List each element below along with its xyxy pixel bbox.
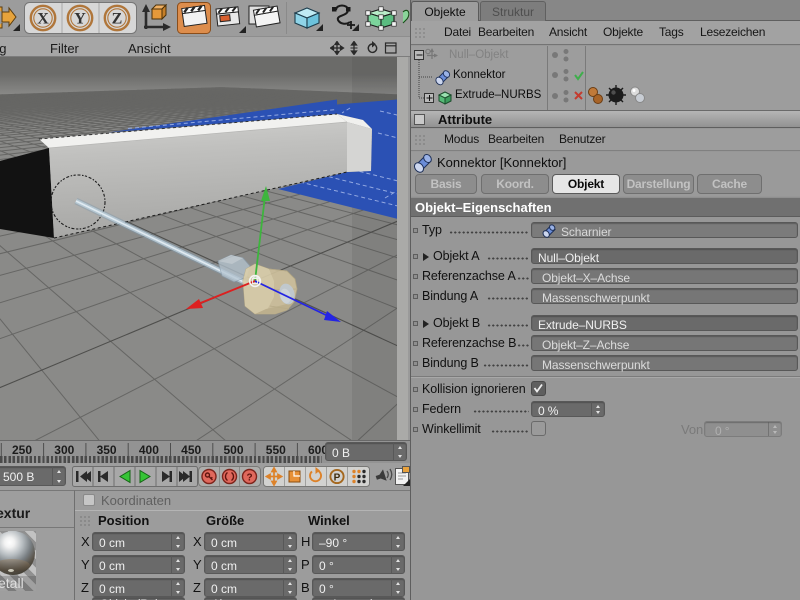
- svg-text:250: 250: [12, 443, 32, 457]
- svg-text:550: 550: [266, 443, 286, 457]
- svg-text:500: 500: [223, 443, 243, 457]
- svg-text:X: X: [37, 11, 49, 28]
- svg-text:Z: Z: [112, 11, 123, 28]
- svg-text:300: 300: [54, 443, 74, 457]
- svg-text:P: P: [334, 473, 341, 484]
- svg-text:350: 350: [97, 443, 117, 457]
- svg-text:400: 400: [139, 443, 159, 457]
- svg-text:Y: Y: [74, 11, 86, 28]
- svg-text:?: ?: [246, 473, 252, 484]
- svg-text:450: 450: [181, 443, 201, 457]
